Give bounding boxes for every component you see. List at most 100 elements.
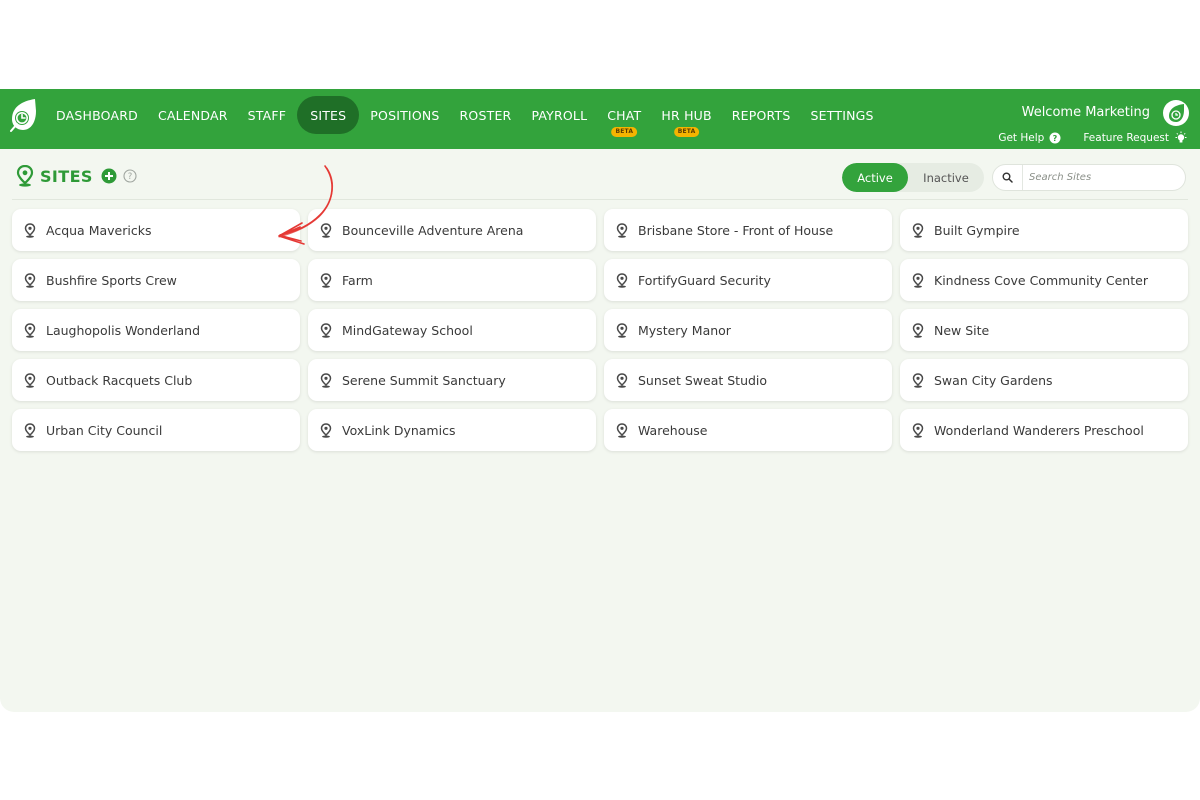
- site-card[interactable]: Outback Racquets Club: [12, 359, 300, 401]
- site-card[interactable]: Laughopolis Wonderland: [12, 309, 300, 351]
- site-name: MindGateway School: [342, 322, 473, 338]
- location-pin-icon: [616, 372, 628, 388]
- site-card[interactable]: Acqua Mavericks: [12, 209, 300, 251]
- nav-label: SETTINGS: [810, 107, 874, 123]
- site-card[interactable]: Serene Summit Sanctuary: [308, 359, 596, 401]
- nav-settings[interactable]: SETTINGS: [801, 96, 884, 134]
- help-circle-icon[interactable]: ?: [123, 169, 137, 183]
- site-name: Mystery Manor: [638, 322, 731, 338]
- question-circle-icon: ?: [1049, 132, 1061, 144]
- search-icon: [1002, 172, 1013, 183]
- site-card[interactable]: Bounceville Adventure Arena: [308, 209, 596, 251]
- search-sites-input[interactable]: [1023, 172, 1173, 183]
- nav-reports[interactable]: REPORTS: [722, 96, 801, 134]
- location-pin-icon: [912, 272, 924, 288]
- get-help-label: Get Help: [998, 132, 1045, 144]
- site-card[interactable]: Built Gympire: [900, 209, 1188, 251]
- location-pin-icon: [616, 272, 628, 288]
- site-name: Farm: [342, 272, 373, 288]
- nav-label: STAFF: [247, 107, 287, 123]
- location-pin-icon: [24, 372, 36, 388]
- beta-badge: BETA: [611, 127, 638, 137]
- location-pin-icon: [320, 322, 332, 338]
- nav-label: DASHBOARD: [56, 107, 138, 123]
- location-pin-icon: [616, 322, 628, 338]
- site-card[interactable]: Swan City Gardens: [900, 359, 1188, 401]
- nav-label: REPORTS: [731, 107, 791, 123]
- nav-label: CHAT: [607, 107, 642, 123]
- nav-sites[interactable]: SITES: [297, 96, 360, 134]
- site-card[interactable]: New Site: [900, 309, 1188, 351]
- site-card[interactable]: Bushfire Sports Crew: [12, 259, 300, 301]
- svg-text:?: ?: [1053, 134, 1058, 143]
- filter-inactive-button[interactable]: Inactive: [908, 163, 984, 192]
- site-name: Built Gympire: [934, 222, 1020, 238]
- site-name: Acqua Mavericks: [46, 222, 152, 238]
- site-name: VoxLink Dynamics: [342, 422, 456, 438]
- nav-payroll[interactable]: PAYROLL: [521, 96, 597, 134]
- site-name: Serene Summit Sanctuary: [342, 372, 506, 388]
- site-card[interactable]: Sunset Sweat Studio: [604, 359, 892, 401]
- lightbulb-icon: [1175, 131, 1187, 143]
- site-name: Kindness Cove Community Center: [934, 272, 1148, 288]
- site-name: Wonderland Wanderers Preschool: [934, 422, 1144, 438]
- site-card[interactable]: Brisbane Store - Front of House: [604, 209, 892, 251]
- nav-calendar[interactable]: CALENDAR: [148, 96, 238, 134]
- beta-badge: BETA: [673, 127, 700, 137]
- filter-active-button[interactable]: Active: [842, 163, 908, 192]
- location-pin-icon: [320, 422, 332, 438]
- site-card[interactable]: Warehouse: [604, 409, 892, 451]
- site-name: New Site: [934, 322, 990, 338]
- nav-label: POSITIONS: [370, 107, 440, 123]
- nav-positions[interactable]: POSITIONS: [360, 96, 449, 134]
- title-group: SITES ?: [16, 165, 137, 187]
- status-filter-toggle: Active Inactive: [842, 163, 984, 192]
- location-pin-icon: [912, 422, 924, 438]
- site-card[interactable]: MindGateway School: [308, 309, 596, 351]
- nav-label: CALENDAR: [157, 107, 228, 123]
- top-navbar: DASHBOARD CALENDAR STAFF SITES POSITIONS…: [0, 89, 1200, 149]
- location-pin-icon: [24, 222, 36, 238]
- nav-label: SITES: [310, 107, 347, 123]
- leaf-clock-logo-icon[interactable]: [8, 97, 38, 133]
- help-links: Get Help ? Feature Request: [998, 131, 1188, 145]
- get-help-link[interactable]: Get Help ?: [998, 132, 1061, 144]
- location-pin-icon: [912, 322, 924, 338]
- page-header: SITES ? Active Inactive: [0, 149, 1200, 201]
- location-pin-icon: [616, 222, 628, 238]
- site-card[interactable]: FortifyGuard Security: [604, 259, 892, 301]
- add-site-icon[interactable]: [101, 168, 117, 184]
- site-name: Outback Racquets Club: [46, 372, 193, 388]
- feature-request-link[interactable]: Feature Request: [1083, 131, 1188, 145]
- nav-staff[interactable]: STAFF: [238, 96, 297, 134]
- location-pin-icon: [24, 322, 36, 338]
- site-card[interactable]: Kindness Cove Community Center: [900, 259, 1188, 301]
- site-name: Swan City Gardens: [934, 372, 1053, 388]
- nav-roster[interactable]: ROSTER: [450, 96, 522, 134]
- site-card[interactable]: VoxLink Dynamics: [308, 409, 596, 451]
- site-card[interactable]: Farm: [308, 259, 596, 301]
- site-name: FortifyGuard Security: [638, 272, 771, 288]
- nav-chat[interactable]: CHAT BETA: [597, 96, 651, 137]
- nav-dashboard[interactable]: DASHBOARD: [46, 96, 148, 134]
- search-icon-wrap: [993, 165, 1023, 190]
- site-name: Bounceville Adventure Arena: [342, 222, 524, 238]
- site-card[interactable]: Urban City Council: [12, 409, 300, 451]
- site-name: Warehouse: [638, 422, 708, 438]
- nav-label: ROSTER: [459, 107, 512, 123]
- site-name: Laughopolis Wonderland: [46, 322, 201, 338]
- site-card[interactable]: Wonderland Wanderers Preschool: [900, 409, 1188, 451]
- svg-text:?: ?: [128, 172, 133, 182]
- nav-label: PAYROLL: [531, 107, 588, 123]
- main-nav: DASHBOARD CALENDAR STAFF SITES POSITIONS…: [46, 96, 884, 137]
- feature-request-label: Feature Request: [1083, 132, 1169, 144]
- nav-hr-hub[interactable]: HR HUB BETA: [651, 96, 721, 137]
- location-pin-icon: [912, 372, 924, 388]
- page-title: SITES: [40, 166, 93, 186]
- site-name: Urban City Council: [46, 422, 163, 438]
- location-pin-icon: [912, 222, 924, 238]
- user-avatar-icon[interactable]: [1162, 99, 1190, 127]
- sites-grid: Acqua Mavericks Bounceville Adventure Ar…: [12, 209, 1188, 451]
- app-window: DASHBOARD CALENDAR STAFF SITES POSITIONS…: [0, 89, 1200, 712]
- site-card[interactable]: Mystery Manor: [604, 309, 892, 351]
